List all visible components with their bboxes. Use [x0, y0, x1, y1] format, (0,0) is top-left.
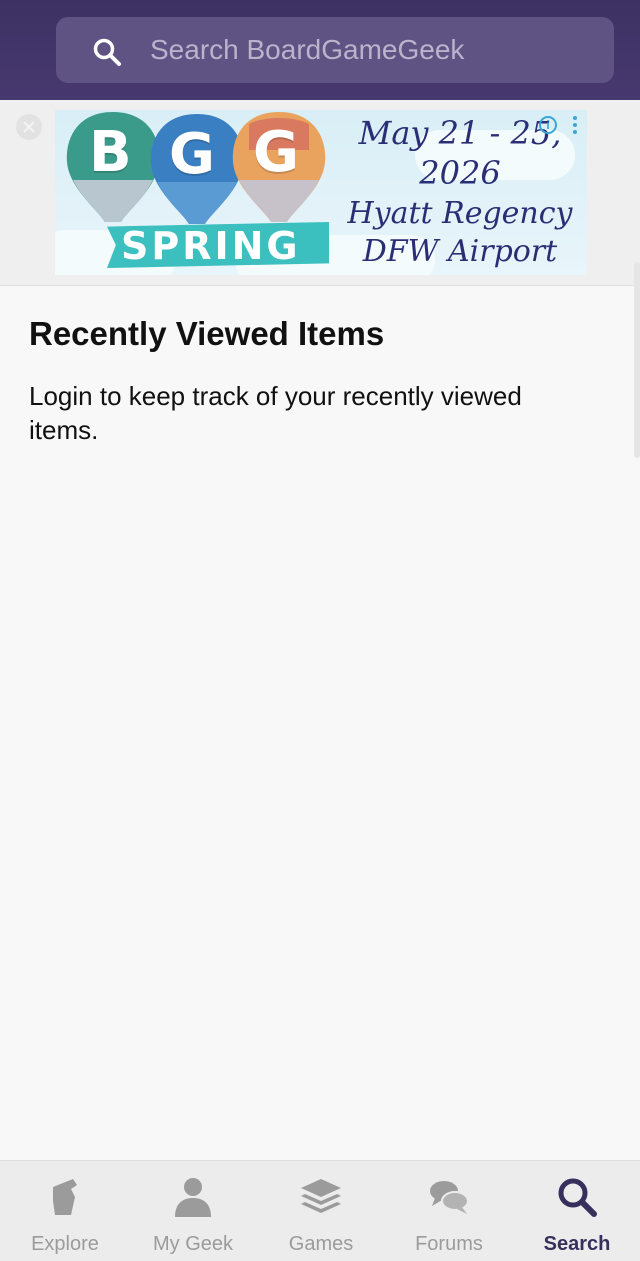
scrollbar[interactable]	[634, 262, 640, 458]
ad-venue-line1: Hyatt Regency	[347, 196, 573, 231]
nav-forums[interactable]: Forums	[385, 1161, 513, 1261]
nav-label: Games	[288, 1233, 354, 1255]
ad-letter-g2: G	[253, 120, 299, 185]
search-icon	[93, 38, 121, 66]
nav-search[interactable]: Search	[513, 1161, 640, 1261]
ad-ribbon-text: SPRING	[121, 224, 301, 268]
nav-explore[interactable]: Explore	[1, 1161, 129, 1261]
ad-letter-b: B	[89, 120, 132, 185]
search-icon	[558, 1178, 597, 1217]
ad-letter-g1: G	[169, 122, 215, 187]
ad-date-line2: 2026	[419, 154, 501, 192]
app-screen: Search BoardGameGeek B G G SPRING May 21…	[0, 0, 640, 1261]
nav-my-geek[interactable]: My Geek	[129, 1161, 257, 1261]
search-placeholder: Search BoardGameGeek	[150, 34, 465, 65]
main-content: Recently Viewed Items Login to keep trac…	[0, 287, 640, 1159]
nav-label: Forums	[415, 1233, 483, 1255]
top-bar: Search BoardGameGeek	[0, 0, 640, 100]
info-icon[interactable]: i	[539, 116, 557, 134]
ad-banner[interactable]: B G G SPRING May 21 - 25, 2026 Hyatt Reg…	[55, 110, 587, 275]
chat-bubbles-icon	[430, 1181, 469, 1214]
explore-icon	[53, 1179, 77, 1215]
nav-label: My Geek	[152, 1233, 234, 1255]
ad-venue-line2: DFW Airport	[362, 234, 558, 269]
nav-label: Search	[543, 1233, 611, 1255]
bottom-navigation: Explore My Geek Games Forums Search	[0, 1160, 640, 1261]
more-options-icon[interactable]	[573, 116, 577, 134]
section-title: Recently Viewed Items	[29, 315, 385, 352]
ad-strip: B G G SPRING May 21 - 25, 2026 Hyatt Reg…	[0, 100, 640, 286]
layers-icon	[301, 1179, 341, 1213]
search-input[interactable]: Search BoardGameGeek	[56, 17, 614, 83]
nav-label: Explore	[31, 1233, 99, 1255]
close-icon[interactable]	[16, 114, 42, 140]
nav-games[interactable]: Games	[257, 1161, 385, 1261]
login-message: Login to keep track of your recently vie…	[29, 381, 522, 445]
person-icon	[175, 1178, 211, 1217]
